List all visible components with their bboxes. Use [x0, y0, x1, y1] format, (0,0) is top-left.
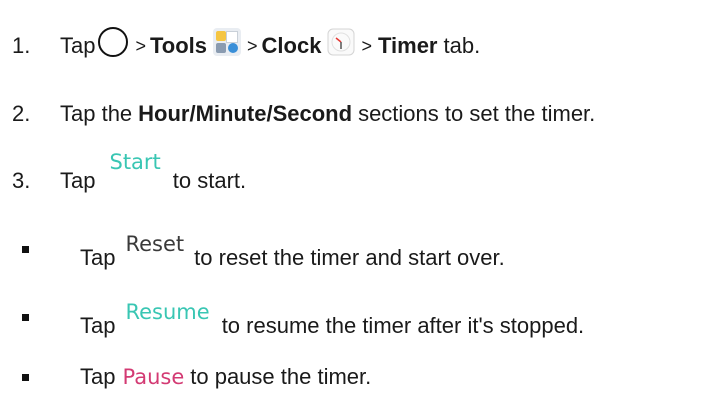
step-text-tail: to resume the timer after it's stopped. — [221, 313, 585, 338]
step-text-tail: to pause the timer. — [190, 364, 372, 389]
bullet-marker — [22, 246, 29, 253]
step-2-line: Tap the Hour/Minute/Second sections to s… — [60, 101, 595, 127]
home-icon — [98, 27, 129, 57]
pause-button-label: Pause — [122, 365, 185, 389]
bullet-reset-line: Tap Reset to reset the timer and start o… — [80, 232, 505, 270]
tools-folder-icon — [213, 28, 242, 56]
step-number: 2. — [12, 101, 31, 126]
step-text: Tap — [80, 245, 116, 270]
separator: > — [135, 35, 146, 56]
resume-button-label: Resume — [125, 300, 210, 324]
step-text: Tap — [60, 168, 96, 193]
start-button-label: Start — [109, 150, 161, 174]
step-text-tail: to start. — [172, 168, 247, 193]
tools-label: Tools — [150, 33, 208, 58]
bullet-marker — [22, 374, 29, 381]
separator: > — [361, 35, 372, 56]
step-text-tail: to reset the timer and start over. — [194, 245, 505, 270]
step-number: 3. — [12, 168, 31, 193]
step-1-line: Tap > Tools > Clock > Timer tab. — [60, 27, 481, 61]
bullet-marker — [22, 314, 29, 321]
step-text-tail: sections to set the timer. — [358, 101, 596, 126]
step-text: Tap — [60, 33, 96, 58]
reset-button-label: Reset — [125, 232, 185, 256]
step-3-line: Tap Start to start. — [60, 150, 246, 193]
separator: > — [247, 35, 258, 56]
step-text: Tap — [80, 364, 116, 389]
step-text: Tap — [80, 313, 116, 338]
step-text-tail: tab. — [443, 33, 481, 58]
clock-app-icon — [327, 28, 355, 56]
step-number: 1. — [12, 33, 31, 58]
timer-label: Timer — [377, 33, 438, 58]
bullet-resume-line: Tap Resume to resume the timer after it'… — [80, 300, 584, 338]
hour-minute-second-label: Hour/Minute/Second — [138, 101, 353, 126]
bullet-pause-line: Tap Pause to pause the timer. — [80, 364, 371, 390]
clock-label: Clock — [261, 33, 322, 58]
step-text: Tap the — [60, 101, 133, 126]
